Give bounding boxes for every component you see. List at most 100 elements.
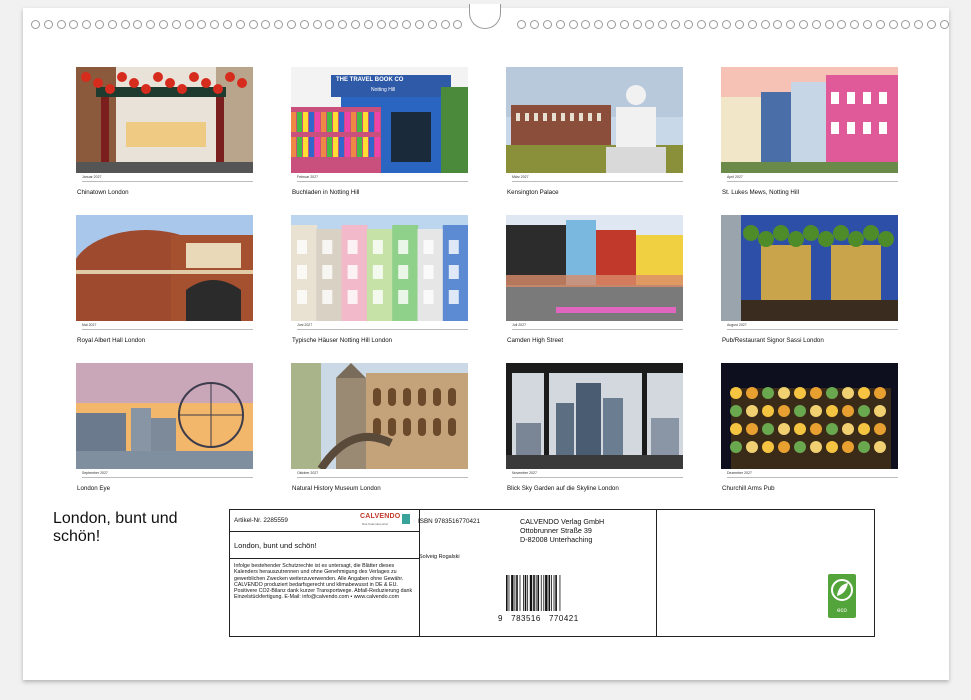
binding-ring bbox=[299, 20, 309, 29]
binding-ring bbox=[760, 20, 770, 29]
photo-caption: Kensington Palace bbox=[507, 189, 559, 196]
binding-ring bbox=[671, 20, 680, 29]
binding-ring bbox=[594, 20, 604, 29]
binding-ring bbox=[645, 20, 655, 29]
binding-ring bbox=[837, 20, 847, 29]
photo-caption: Pub/Restaurant Signor Sassi London bbox=[722, 337, 824, 344]
london-eye-photo bbox=[76, 363, 253, 469]
shop-sign-sub: Notting Hill bbox=[371, 87, 396, 93]
camden-photo bbox=[506, 215, 683, 321]
calendar-grid: November 2027 bbox=[506, 471, 683, 479]
binding-ring bbox=[312, 20, 322, 29]
month-tile: Januar 2027 Chinatown London bbox=[76, 67, 253, 196]
binding-ring bbox=[120, 20, 130, 29]
binding-ring bbox=[888, 20, 898, 29]
binding-ring bbox=[927, 20, 936, 29]
binding-ring bbox=[543, 20, 552, 29]
binding-ring bbox=[735, 20, 744, 29]
chinatown-photo bbox=[76, 67, 253, 173]
museum-photo bbox=[291, 363, 468, 469]
binding-ring bbox=[210, 20, 220, 29]
binding-ring bbox=[619, 20, 629, 29]
mews-photo bbox=[721, 67, 898, 173]
photo-caption: Buchladen in Notting Hill bbox=[292, 189, 360, 196]
binding-ring bbox=[69, 20, 79, 29]
binding-ring bbox=[376, 20, 386, 29]
calendar-grid: Februar 2027 bbox=[291, 175, 468, 183]
month-tile: Mai 2027 Royal Albert Hall London bbox=[76, 215, 253, 344]
binding-ring bbox=[389, 20, 399, 29]
binding-ring bbox=[786, 20, 796, 29]
publisher-street: Ottobrunner Straße 39 bbox=[520, 526, 592, 535]
month-label: Dezember 2027 bbox=[727, 471, 752, 475]
binding-ring bbox=[875, 20, 885, 29]
churchill-pub-photo bbox=[721, 363, 898, 469]
binding-ring bbox=[415, 20, 424, 29]
legal-text: Infolge bestehender Schutzrechte ist es … bbox=[234, 563, 413, 601]
calendar-grid: Juli 2027 bbox=[506, 323, 683, 331]
binding-ring bbox=[325, 20, 335, 29]
calendar-grid: Juni 2027 bbox=[291, 323, 468, 331]
shop-sign: THE TRAVEL BOOK CO bbox=[336, 77, 404, 83]
pub-photo bbox=[721, 215, 898, 321]
photo-caption: Royal Albert Hall London bbox=[77, 337, 146, 344]
binding-ring bbox=[530, 20, 540, 29]
calvendo-tagline: Das Kalenderportal bbox=[362, 522, 388, 526]
binding-ring bbox=[440, 20, 450, 29]
month-label: September 2027 bbox=[82, 471, 108, 475]
month-label: Januar 2027 bbox=[82, 175, 102, 179]
photo-caption: Churchill Arms Pub bbox=[722, 485, 775, 492]
binding-ring bbox=[453, 20, 463, 29]
barcode-digits: 9 783516 770421 bbox=[498, 614, 579, 623]
photo-caption: Blick Sky Garden auf die Skyline London bbox=[507, 485, 619, 492]
calendar-grid: Dezember 2027 bbox=[721, 471, 898, 479]
isbn: ISBN 9783516770421 bbox=[418, 518, 480, 525]
article-number: Artikel-Nr. 2285559 bbox=[234, 517, 288, 524]
month-label: März 2027 bbox=[512, 175, 529, 179]
binding-ring bbox=[811, 20, 821, 29]
binding-ring bbox=[747, 20, 757, 29]
binding-ring bbox=[197, 20, 207, 29]
photo-caption: Natural History Museum London bbox=[292, 485, 381, 492]
info-left-panel: Artikel-Nr. 2285559 CALVENDO Das Kalende… bbox=[230, 510, 420, 636]
binding-ring bbox=[863, 20, 872, 29]
binding-ring bbox=[709, 20, 719, 29]
leaf-icon bbox=[831, 579, 853, 601]
calendar-grid: Oktober 2027 bbox=[291, 471, 468, 479]
calendar-grid: Mai 2027 bbox=[76, 323, 253, 331]
month-tile: Oktober 2027 Natural History Museum Londo… bbox=[291, 363, 468, 492]
calvendo-logo-icon bbox=[402, 514, 410, 524]
binding-ring bbox=[223, 20, 232, 29]
photo-caption: London Eye bbox=[77, 485, 111, 492]
calendar-grid: Januar 2027 bbox=[76, 175, 253, 183]
photo-caption: St. Lukes Mews, Notting Hill bbox=[722, 189, 800, 196]
binding-ring bbox=[43, 20, 53, 29]
binding-ring bbox=[363, 20, 373, 29]
binding-ring bbox=[607, 20, 616, 29]
binding-ring bbox=[261, 20, 271, 29]
month-tile: Dezember 2027 Churchill Arms Pub bbox=[721, 363, 898, 492]
month-tile: THE TRAVEL BOOK CO Notting Hill Februar 20… bbox=[291, 67, 468, 196]
binding-ring bbox=[517, 20, 527, 29]
binding-ring bbox=[31, 20, 40, 29]
binding-ring bbox=[773, 20, 783, 29]
binding-ring bbox=[799, 20, 808, 29]
month-tile: November 2027 Blick Sky Garden auf die Sk… bbox=[506, 363, 683, 492]
binding-ring bbox=[274, 20, 284, 29]
skyline-photo bbox=[506, 363, 683, 469]
month-label: Februar 2027 bbox=[297, 175, 319, 179]
month-tile: August 2027 Pub/Restaurant Signor Sassi L… bbox=[721, 215, 898, 344]
calendar-grid: April 2027 bbox=[721, 175, 898, 183]
binding-ring bbox=[171, 20, 181, 29]
binding-ring bbox=[658, 20, 668, 29]
binding-ring bbox=[107, 20, 117, 29]
binding-ring bbox=[287, 20, 296, 29]
binding-ring bbox=[632, 20, 642, 29]
eco-label: eco bbox=[837, 608, 847, 614]
month-tile: März 2027 Kensington Palace bbox=[506, 67, 683, 196]
photo-caption: Camden High Street bbox=[507, 337, 564, 344]
month-label: November 2027 bbox=[512, 471, 537, 475]
month-tile: April 2027 St. Lukes Mews, Notting Hill bbox=[721, 67, 898, 196]
binding-ring bbox=[133, 20, 143, 29]
binding-ring bbox=[696, 20, 706, 29]
